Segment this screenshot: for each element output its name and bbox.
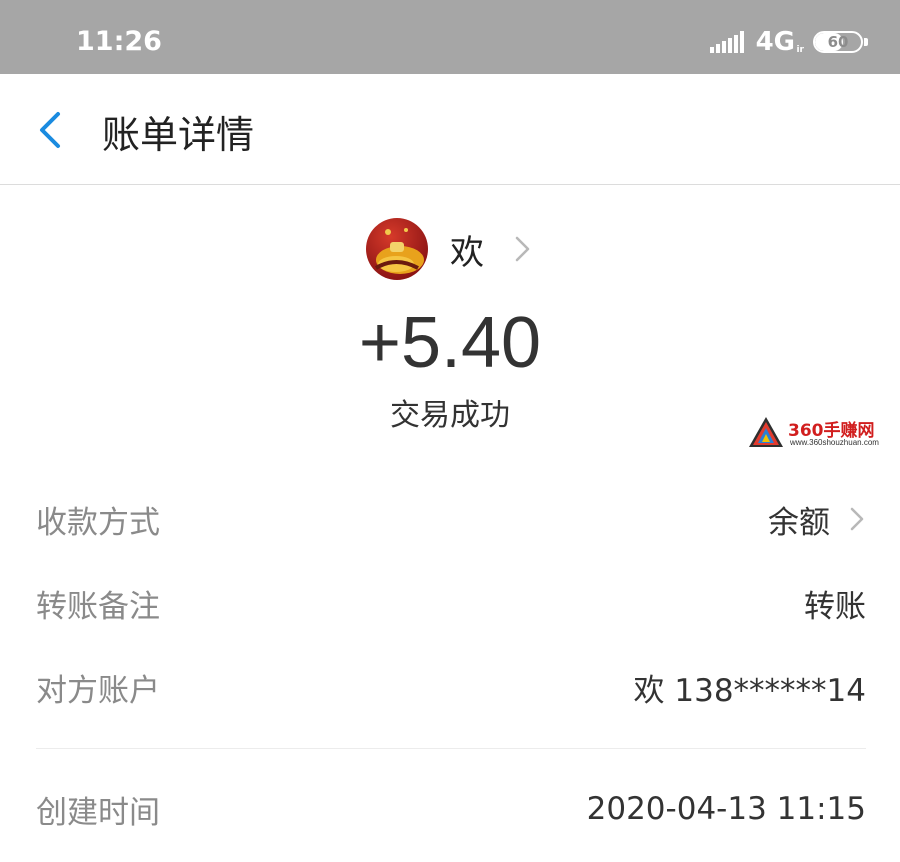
title-bar: 账单详情 bbox=[0, 74, 900, 185]
remark-row: 转账备注 转账 bbox=[36, 578, 866, 628]
divider bbox=[36, 748, 866, 749]
remark-value: 转账 bbox=[804, 588, 866, 625]
remark-label: 转账备注 bbox=[36, 588, 160, 625]
status-bar: 11:26 4G ir 60 bbox=[0, 0, 900, 74]
network-type: 4G ir bbox=[755, 27, 804, 57]
payment-method-row[interactable]: 收款方式 余额 bbox=[36, 494, 866, 544]
watermark: 360手赚网 www.360shouzhuan.com bbox=[748, 416, 898, 452]
battery-label: 60 bbox=[827, 33, 849, 51]
page-title: 账单详情 bbox=[102, 113, 255, 157]
chevron-right-icon bbox=[850, 507, 864, 531]
chevron-right-icon bbox=[515, 236, 530, 262]
network-sub-label: ir bbox=[796, 45, 804, 55]
battery-tip bbox=[864, 38, 868, 46]
counterparty-label: 对方账户 bbox=[36, 672, 160, 709]
payee-name: 欢 bbox=[450, 232, 484, 273]
payment-method-label: 收款方式 bbox=[36, 504, 160, 541]
payee-link[interactable]: 欢 bbox=[366, 216, 532, 282]
created-time-value: 2020-04-13 11:15 bbox=[586, 791, 866, 827]
counterparty-row: 对方账户 欢 138******14 bbox=[36, 662, 866, 712]
created-time-row: 创建时间 2020-04-13 11:15 bbox=[36, 784, 866, 834]
network-label: 4G bbox=[755, 27, 795, 57]
created-time-label: 创建时间 bbox=[36, 794, 160, 831]
chevron-left-icon bbox=[40, 112, 60, 148]
back-button[interactable] bbox=[32, 108, 72, 152]
status-icons: 4G ir 60 bbox=[709, 27, 868, 57]
transaction-amount: +5.40 bbox=[358, 303, 542, 383]
payment-method-value-group: 余额 bbox=[768, 497, 866, 542]
signal-icon bbox=[709, 31, 744, 53]
battery-icon: 60 bbox=[813, 31, 863, 53]
counterparty-value: 欢 138******14 bbox=[633, 672, 866, 709]
status-time: 11:26 bbox=[76, 26, 162, 57]
payment-method-value: 余额 bbox=[768, 504, 830, 541]
watermark-logo-icon bbox=[749, 417, 783, 447]
avatar bbox=[366, 218, 428, 280]
watermark-url: www.360shouzhuan.com bbox=[790, 438, 879, 447]
